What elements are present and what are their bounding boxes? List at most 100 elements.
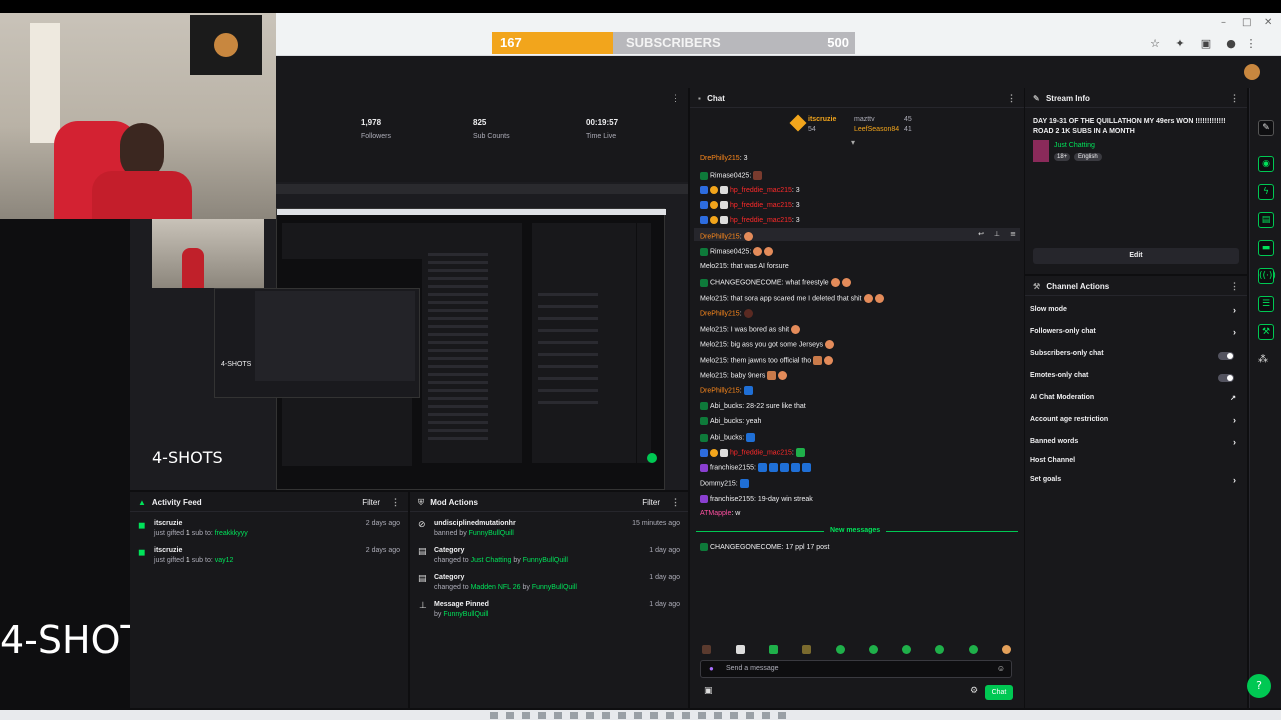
menu-icon[interactable]: ⋮ xyxy=(1244,37,1258,51)
chat-user[interactable]: hp_freddie_mac215 xyxy=(730,217,792,224)
stream-tag[interactable]: English xyxy=(1074,153,1102,161)
chevron-down-icon[interactable]: ▾ xyxy=(851,138,855,147)
chat-user[interactable]: CHANGEGONECOME xyxy=(710,279,782,286)
chat-user[interactable]: Melo215 xyxy=(700,341,727,348)
chat-user[interactable]: hp_freddie_mac215 xyxy=(730,202,792,209)
chat-send-button[interactable]: Chat xyxy=(985,685,1013,700)
chat-user[interactable]: Abi_bucks xyxy=(710,418,742,425)
host-channel-row[interactable]: Host Channel xyxy=(1030,457,1242,475)
chat-message[interactable]: DrePhilly215: 3 xyxy=(700,155,747,162)
chat-user[interactable]: hp_freddie_mac215 xyxy=(730,187,792,194)
account-age-row[interactable]: Account age restriction › xyxy=(1030,415,1242,434)
chat-message[interactable]: DrePhilly215: xyxy=(700,232,753,241)
chat-message[interactable]: CHANGEGONECOME: what freestyle xyxy=(700,278,851,287)
chat-message[interactable]: hp_freddie_mac215: 3 xyxy=(700,201,800,209)
more-icon[interactable]: ⋮ xyxy=(391,497,400,508)
chat-message[interactable]: Abi_bucks: 28-22 sure like that xyxy=(700,402,806,410)
chat-input[interactable]: ● Send a message ☺ xyxy=(700,660,1012,678)
emote-icon[interactable] xyxy=(969,645,978,654)
emote-icon[interactable] xyxy=(736,645,745,654)
emote-icon[interactable] xyxy=(702,645,711,654)
stream-preview[interactable]: 4-SHOTS 4-SHOTS xyxy=(130,182,688,490)
list-item[interactable]: ⊘ undisciplinedmutationhr banned by Funn… xyxy=(418,520,680,547)
activity-target[interactable]: vay12 xyxy=(215,557,234,564)
chat-bubble-icon[interactable]: ▬ xyxy=(1258,240,1274,256)
chat-message[interactable]: ATMapple: w xyxy=(700,510,740,517)
mod-user[interactable]: FunnyBullQuill xyxy=(469,530,514,537)
chat-message[interactable]: CHANGEGONECOME: 17 ppl 17 post xyxy=(700,543,829,551)
emote-icon[interactable] xyxy=(836,645,845,654)
mod-user[interactable]: FunnyBullQuill xyxy=(443,611,488,618)
pencil-icon[interactable]: ✎ xyxy=(1258,120,1274,136)
chat-user[interactable]: Melo215 xyxy=(700,357,727,364)
broadcast-icon[interactable]: ((·)) xyxy=(1258,268,1276,284)
wrench-icon[interactable]: ⚒ xyxy=(1258,324,1274,340)
emote-icon[interactable] xyxy=(869,645,878,654)
camera-icon[interactable]: ◉ xyxy=(1258,156,1274,172)
tab-search-icon[interactable]: ▣ xyxy=(1199,37,1213,51)
emotes-only-toggle[interactable] xyxy=(1218,374,1234,382)
more-icon[interactable]: ⋮ xyxy=(671,93,680,104)
account-icon[interactable]: ● xyxy=(1224,37,1238,51)
chat-user[interactable]: Abi_bucks xyxy=(710,434,742,441)
chat-user[interactable]: Abi_bucks xyxy=(710,403,742,410)
more-icon[interactable]: ⋮ xyxy=(1230,93,1239,104)
emotes-only-row[interactable]: Emotes-only chat xyxy=(1030,372,1242,390)
extension-icon[interactable]: ✦ xyxy=(1173,37,1187,51)
subscribers-only-row[interactable]: Subscribers-only chat xyxy=(1030,350,1242,368)
chat-message[interactable]: Melo215: that was AI forsure xyxy=(700,263,789,270)
layout-icon[interactable]: ☰ xyxy=(1258,296,1274,312)
reply-icon[interactable]: ↩ xyxy=(978,230,984,238)
list-item[interactable]: ⊥ Message Pinned by FunnyBullQuill 1 day… xyxy=(418,601,680,628)
mod-target[interactable]: Madden NFL 26 xyxy=(471,584,521,591)
chat-message[interactable]: Melo215: big ass you got some Jerseys xyxy=(700,340,834,349)
banned-words-row[interactable]: Banned words › xyxy=(1030,437,1242,456)
gift-leaderboard[interactable]: itscruzie 54 mazttv 45 LeefSeason84 41 xyxy=(789,114,930,136)
gear-icon[interactable]: ⚙ xyxy=(970,686,978,696)
followers-only-row[interactable]: Followers-only chat › xyxy=(1030,327,1242,346)
activity-target[interactable]: freakkkyyy xyxy=(215,530,248,537)
chat-message[interactable]: franchise2155: 19-day win streak xyxy=(700,495,813,503)
chat-user[interactable]: DrePhilly215 xyxy=(700,233,740,240)
chat-user[interactable]: hp_freddie_mac215 xyxy=(730,449,792,456)
emote-picker-icon[interactable]: ☺ xyxy=(997,664,1005,673)
activity-filter-button[interactable]: Filter xyxy=(362,498,380,507)
minimize-icon[interactable]: – xyxy=(1221,17,1226,28)
taskbar-icons[interactable] xyxy=(490,712,790,719)
chat-user[interactable]: franchise2155 xyxy=(710,464,754,471)
more-icon[interactable]: ⋮ xyxy=(1230,281,1239,292)
chat-message[interactable]: DrePhilly215: xyxy=(700,309,753,318)
emote-icon[interactable] xyxy=(902,645,911,654)
lightning-icon[interactable]: ϟ xyxy=(1258,184,1274,200)
chat-message[interactable]: Abi_bucks: xyxy=(700,433,756,442)
chat-user[interactable]: franchise2155 xyxy=(710,496,754,503)
more-actions-icon[interactable]: ≡ xyxy=(1010,230,1016,238)
chat-user[interactable]: DrePhilly215 xyxy=(700,310,740,317)
slow-mode-row[interactable]: Slow mode › xyxy=(1030,305,1242,324)
chat-message[interactable]: franchise2155: xyxy=(700,463,811,472)
close-icon[interactable]: ✕ xyxy=(1264,17,1272,28)
ai-moderation-row[interactable]: AI Chat Moderation ↗ xyxy=(1030,394,1242,412)
list-item[interactable]: ◼ itscruzie just gifted 1 sub to: vay12 … xyxy=(138,547,400,574)
mod-filter-button[interactable]: Filter xyxy=(642,498,660,507)
list-item[interactable]: ◼ itscruzie just gifted 1 sub to: freakk… xyxy=(138,520,400,547)
emote-icon[interactable] xyxy=(769,645,778,654)
chat-message[interactable]: Melo215: baby 9ners xyxy=(700,371,788,380)
chat-message[interactable]: Rimase0425: xyxy=(700,171,763,180)
mod-user[interactable]: FunnyBullQuill xyxy=(532,584,577,591)
mod-user[interactable]: FunnyBullQuill xyxy=(523,557,568,564)
more-icon[interactable]: ⋮ xyxy=(1007,93,1016,104)
chat-message[interactable]: Dommy215: xyxy=(700,479,749,488)
chat-user[interactable]: Rimase0425 xyxy=(710,248,749,255)
avatar[interactable] xyxy=(1244,64,1260,80)
share-icon[interactable]: ⁂ xyxy=(1258,354,1268,365)
chat-message[interactable]: Abi_bucks: yeah xyxy=(700,417,761,425)
list-item[interactable]: ▤ Category changed to Madden NFL 26 by F… xyxy=(418,574,680,601)
emote-icon[interactable] xyxy=(802,645,811,654)
chat-user[interactable]: Melo215 xyxy=(700,372,727,379)
pin-message-icon[interactable]: ⊥ xyxy=(994,230,1000,238)
chat-user[interactable]: Rimase0425 xyxy=(710,172,749,179)
list-item[interactable]: ▤ Category changed to Just Chatting by F… xyxy=(418,547,680,574)
chat-message[interactable]: Rimase0425: xyxy=(700,247,774,256)
chat-user[interactable]: Melo215 xyxy=(700,295,727,302)
